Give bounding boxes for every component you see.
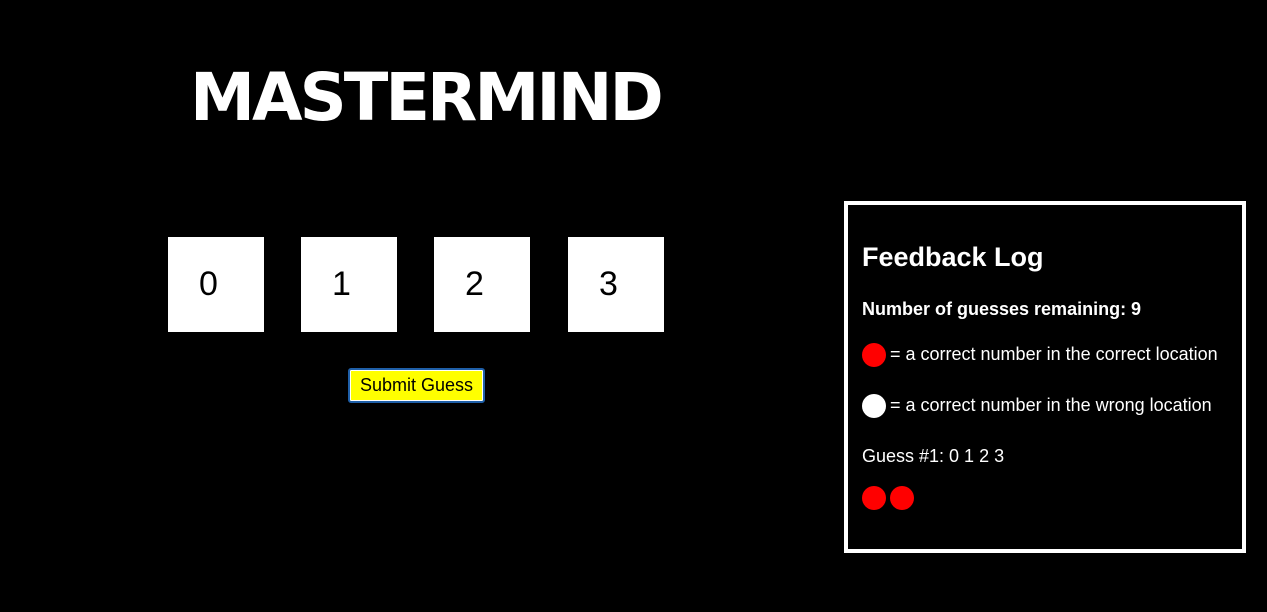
- digit-input-1[interactable]: [168, 237, 264, 332]
- mastermind-page: MASTERMIND Submit Guess Feedback Log Num…: [0, 0, 1267, 612]
- guesses-remaining: Number of guesses remaining: 9: [862, 299, 1142, 319]
- white-circle-icon: [862, 394, 886, 418]
- legend-correct-location-text: = a correct number in the correct locati…: [890, 344, 1218, 364]
- digit-input-3[interactable]: [434, 237, 530, 332]
- game-title: MASTERMIND: [190, 59, 664, 136]
- digit-input-2[interactable]: [301, 237, 397, 332]
- red-circle-icon: [890, 486, 914, 510]
- feedback-log-title: Feedback Log: [862, 242, 1044, 272]
- feedback-log-panel: Feedback Log Number of guesses remaining…: [844, 201, 1246, 553]
- guess-entry: Guess #1: 0 1 2 3: [862, 446, 1005, 466]
- red-circle-icon: [862, 343, 886, 367]
- submit-guess-button[interactable]: Submit Guess: [348, 368, 485, 403]
- guess-feedback-pegs: [862, 486, 914, 512]
- legend-correct-location: = a correct number in the correct locati…: [862, 343, 1218, 371]
- red-circle-icon: [862, 486, 886, 510]
- legend-wrong-location: = a correct number in the wrong location: [862, 394, 1212, 422]
- digit-input-4[interactable]: [568, 237, 664, 332]
- legend-wrong-location-text: = a correct number in the wrong location: [890, 395, 1212, 415]
